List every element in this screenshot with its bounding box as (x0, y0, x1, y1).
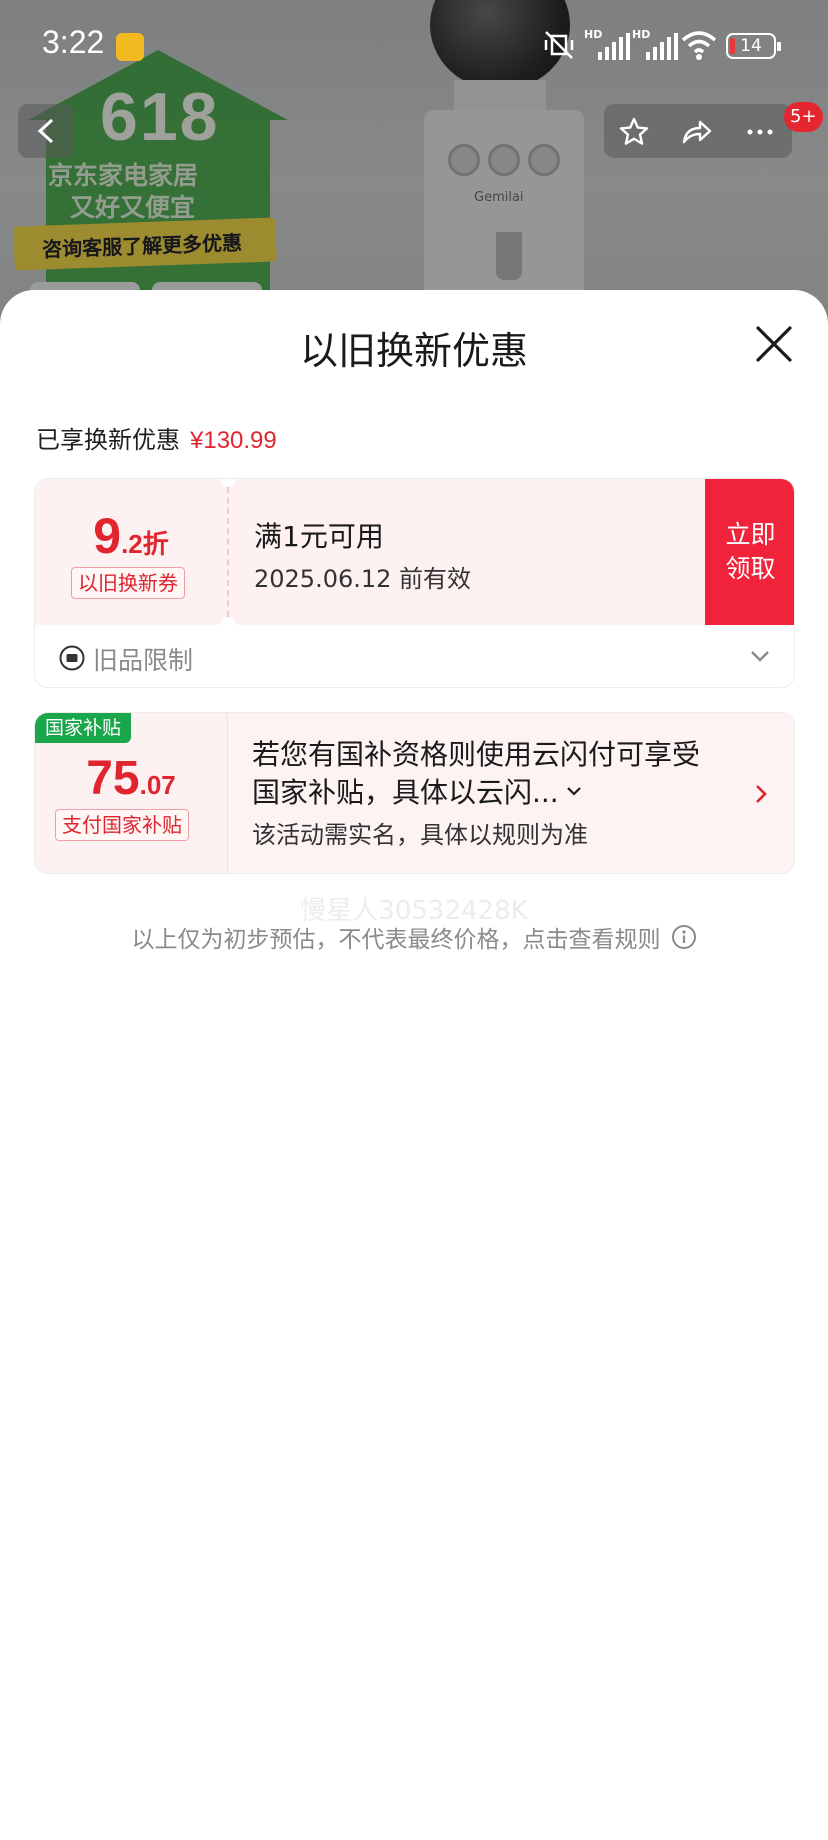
wifi-icon (681, 31, 717, 60)
discount-major: 9 (93, 508, 122, 564)
national-subsidy-badge: 国家补贴 (35, 713, 132, 743)
notification-icon (116, 33, 144, 61)
estimate-rules-text: 以上仅为初步预估，不代表最终价格，点击查看规则 (131, 927, 661, 953)
old-item-limit-label: 旧品限制 (93, 646, 194, 675)
more-icon[interactable] (744, 116, 776, 148)
national-subsidy-card[interactable]: 国家补贴 75.07 支付国家补贴 若您有国补资格则使用云闪付可享受 国家补贴，… (34, 712, 795, 874)
claim-line-2: 领取 (725, 554, 776, 583)
coupon-condition: 满1元可用 (254, 520, 384, 553)
subsidy-type-tag: 支付国家补贴 (55, 809, 189, 841)
signal-icon (646, 32, 678, 60)
subsidy-details: 若您有国补资格则使用云闪付可享受 国家补贴，具体以云闪... 该活动需实名，具体… (227, 713, 794, 873)
status-bar: 3:22 HD HD 14 (0, 0, 828, 92)
subsidy-line-1: 若您有国补资格则使用云闪付可享受 (252, 738, 701, 771)
old-item-limit-row[interactable]: 旧品限制 (35, 625, 794, 687)
battery-icon: 14 (726, 33, 781, 59)
coupon-type-tag: 以旧换新券 (71, 567, 185, 599)
star-icon[interactable] (618, 116, 650, 148)
subsidy-amount: 75.07 (35, 751, 227, 806)
coupon-body: 9.2折 以旧换新券 满1元可用 2025.06.12 前有效 立即 领取 (35, 479, 794, 633)
trade-in-coupon-card: 9.2折 以旧换新券 满1元可用 2025.06.12 前有效 立即 领取 旧品… (34, 478, 795, 688)
vibrate-mute-icon (544, 31, 574, 59)
discount-minor: .2折 (121, 529, 169, 559)
chevron-down-icon (751, 651, 769, 662)
subsidy-line-3: 该活动需实名，具体以规则为准 (252, 821, 588, 849)
subsidy-amount-minor: .07 (139, 770, 176, 800)
cart-badge: 5+ (784, 102, 823, 132)
savings-label: 已享换新优惠 (36, 426, 180, 454)
coupon-value-panel: 9.2折 以旧换新券 (35, 479, 227, 625)
sheet-title: 以旧换新优惠 (299, 329, 528, 373)
close-icon[interactable] (752, 322, 796, 366)
info-icon (671, 925, 696, 949)
signal-icon (598, 32, 630, 60)
claim-line-1: 立即 (725, 520, 776, 549)
limit-icon (59, 645, 85, 671)
coupon-divider (227, 487, 229, 617)
subsidy-amount-major: 75 (86, 752, 140, 805)
back-icon (37, 118, 54, 144)
subsidy-line-2-row: 国家补贴，具体以云闪... (252, 771, 583, 811)
trade-in-sheet: 以旧换新优惠 已享换新优惠 ¥130.99 9.2折 以旧换新券 满1元可用 2… (0, 290, 828, 1840)
chevron-right-icon (756, 785, 767, 803)
back-button[interactable] (18, 104, 74, 158)
status-time: 3:22 (42, 24, 105, 60)
background-product-page: 618 京东家电家居 又好又便宜 咨询客服了解更多优惠 Gemilai 3:22… (0, 0, 828, 330)
coupon-expiry: 2025.06.12 前有效 (254, 565, 472, 593)
coupon-discount: 9.2折 (35, 507, 227, 565)
estimate-rules-note[interactable]: 以上仅为初步预估，不代表最终价格，点击查看规则 (0, 920, 828, 954)
subsidy-value-panel: 国家补贴 75.07 支付国家补贴 (35, 713, 227, 873)
savings-summary: 已享换新优惠 ¥130.99 (36, 420, 277, 455)
subsidy-line-2: 国家补贴，具体以云闪... (252, 776, 559, 809)
share-icon[interactable] (680, 116, 712, 148)
top-actions (604, 104, 792, 158)
claim-coupon-button[interactable]: 立即 领取 (705, 479, 794, 625)
savings-amount: ¥130.99 (190, 427, 277, 454)
expand-chevron-icon[interactable] (565, 784, 583, 798)
